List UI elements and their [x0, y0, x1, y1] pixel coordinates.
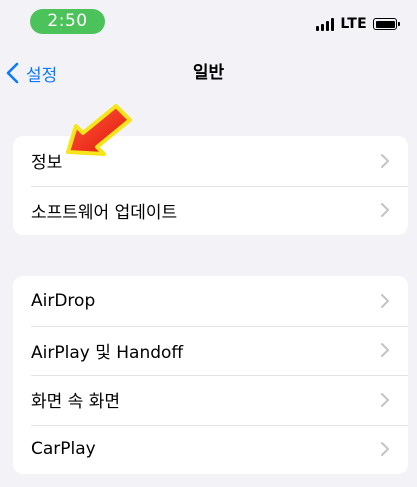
chevron-right-icon [381, 392, 389, 407]
row-label: 소프트웨어 업데이트 [31, 202, 178, 223]
chevron-right-icon [381, 442, 389, 457]
settings-row-about[interactable]: 정보 [13, 136, 408, 186]
settings-group-connectivity: AirDrop AirPlay 및 Handoff 화면 속 화면 CarPla… [13, 276, 408, 474]
settings-group-about: 정보 소프트웨어 업데이트 [13, 136, 408, 235]
page-title: 일반 [192, 63, 225, 83]
network-type-label: LTE [340, 16, 367, 32]
settings-screen: 2:50 LTE 설정 일반 정보 소프트웨어 업데이트 AirDrop Air… [0, 0, 417, 487]
battery-icon [373, 18, 400, 30]
navigation-bar: 설정 일반 [0, 55, 417, 91]
cellular-signal-icon [316, 17, 335, 31]
row-label: AirPlay 및 Handoff [31, 342, 184, 363]
row-label: 화면 속 화면 [31, 392, 121, 413]
settings-row-airplay-handoff[interactable]: AirPlay 및 Handoff [13, 325, 408, 376]
chevron-right-icon [381, 293, 389, 308]
settings-row-carplay[interactable]: CarPlay [13, 424, 408, 475]
chevron-right-icon [381, 153, 389, 168]
settings-row-picture-in-picture[interactable]: 화면 속 화면 [13, 375, 408, 425]
settings-row-airdrop[interactable]: AirDrop [13, 276, 408, 326]
chevron-right-icon [381, 343, 389, 358]
chevron-right-icon [381, 203, 389, 218]
row-label: CarPlay [31, 439, 96, 460]
settings-row-software-update[interactable]: 소프트웨어 업데이트 [13, 185, 408, 236]
status-time[interactable]: 2:50 [30, 9, 105, 34]
row-label: AirDrop [31, 290, 96, 311]
status-indicators: LTE [316, 14, 400, 34]
row-label: 정보 [31, 153, 63, 174]
status-bar: 2:50 LTE [0, 0, 417, 46]
